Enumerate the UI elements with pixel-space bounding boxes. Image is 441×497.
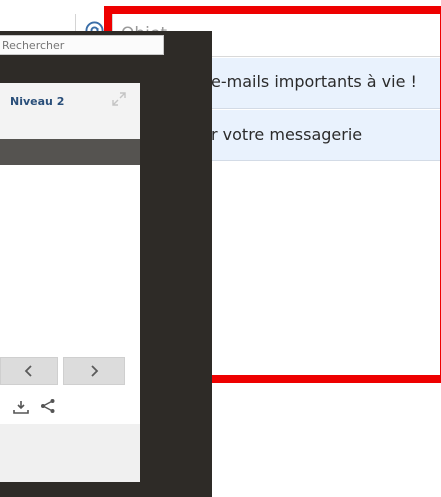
previous-button[interactable] xyxy=(0,357,58,385)
next-button[interactable] xyxy=(63,357,125,385)
card-footer xyxy=(0,424,140,482)
email-subject: r votre messagerie xyxy=(211,125,363,144)
email-subject: e-mails importants à vie ! xyxy=(211,72,417,91)
download-icon[interactable] xyxy=(13,400,29,414)
share-icon[interactable] xyxy=(40,398,56,414)
level-card: Niveau 2 xyxy=(0,83,140,482)
chevron-left-icon xyxy=(24,365,32,377)
expand-icon[interactable] xyxy=(112,92,126,106)
card-content xyxy=(0,165,140,427)
chevron-right-icon xyxy=(91,365,99,377)
search-input[interactable] xyxy=(0,35,164,55)
card-toolbar xyxy=(0,139,140,165)
card-title: Niveau 2 xyxy=(10,95,65,108)
card-header: Niveau 2 xyxy=(0,83,140,139)
